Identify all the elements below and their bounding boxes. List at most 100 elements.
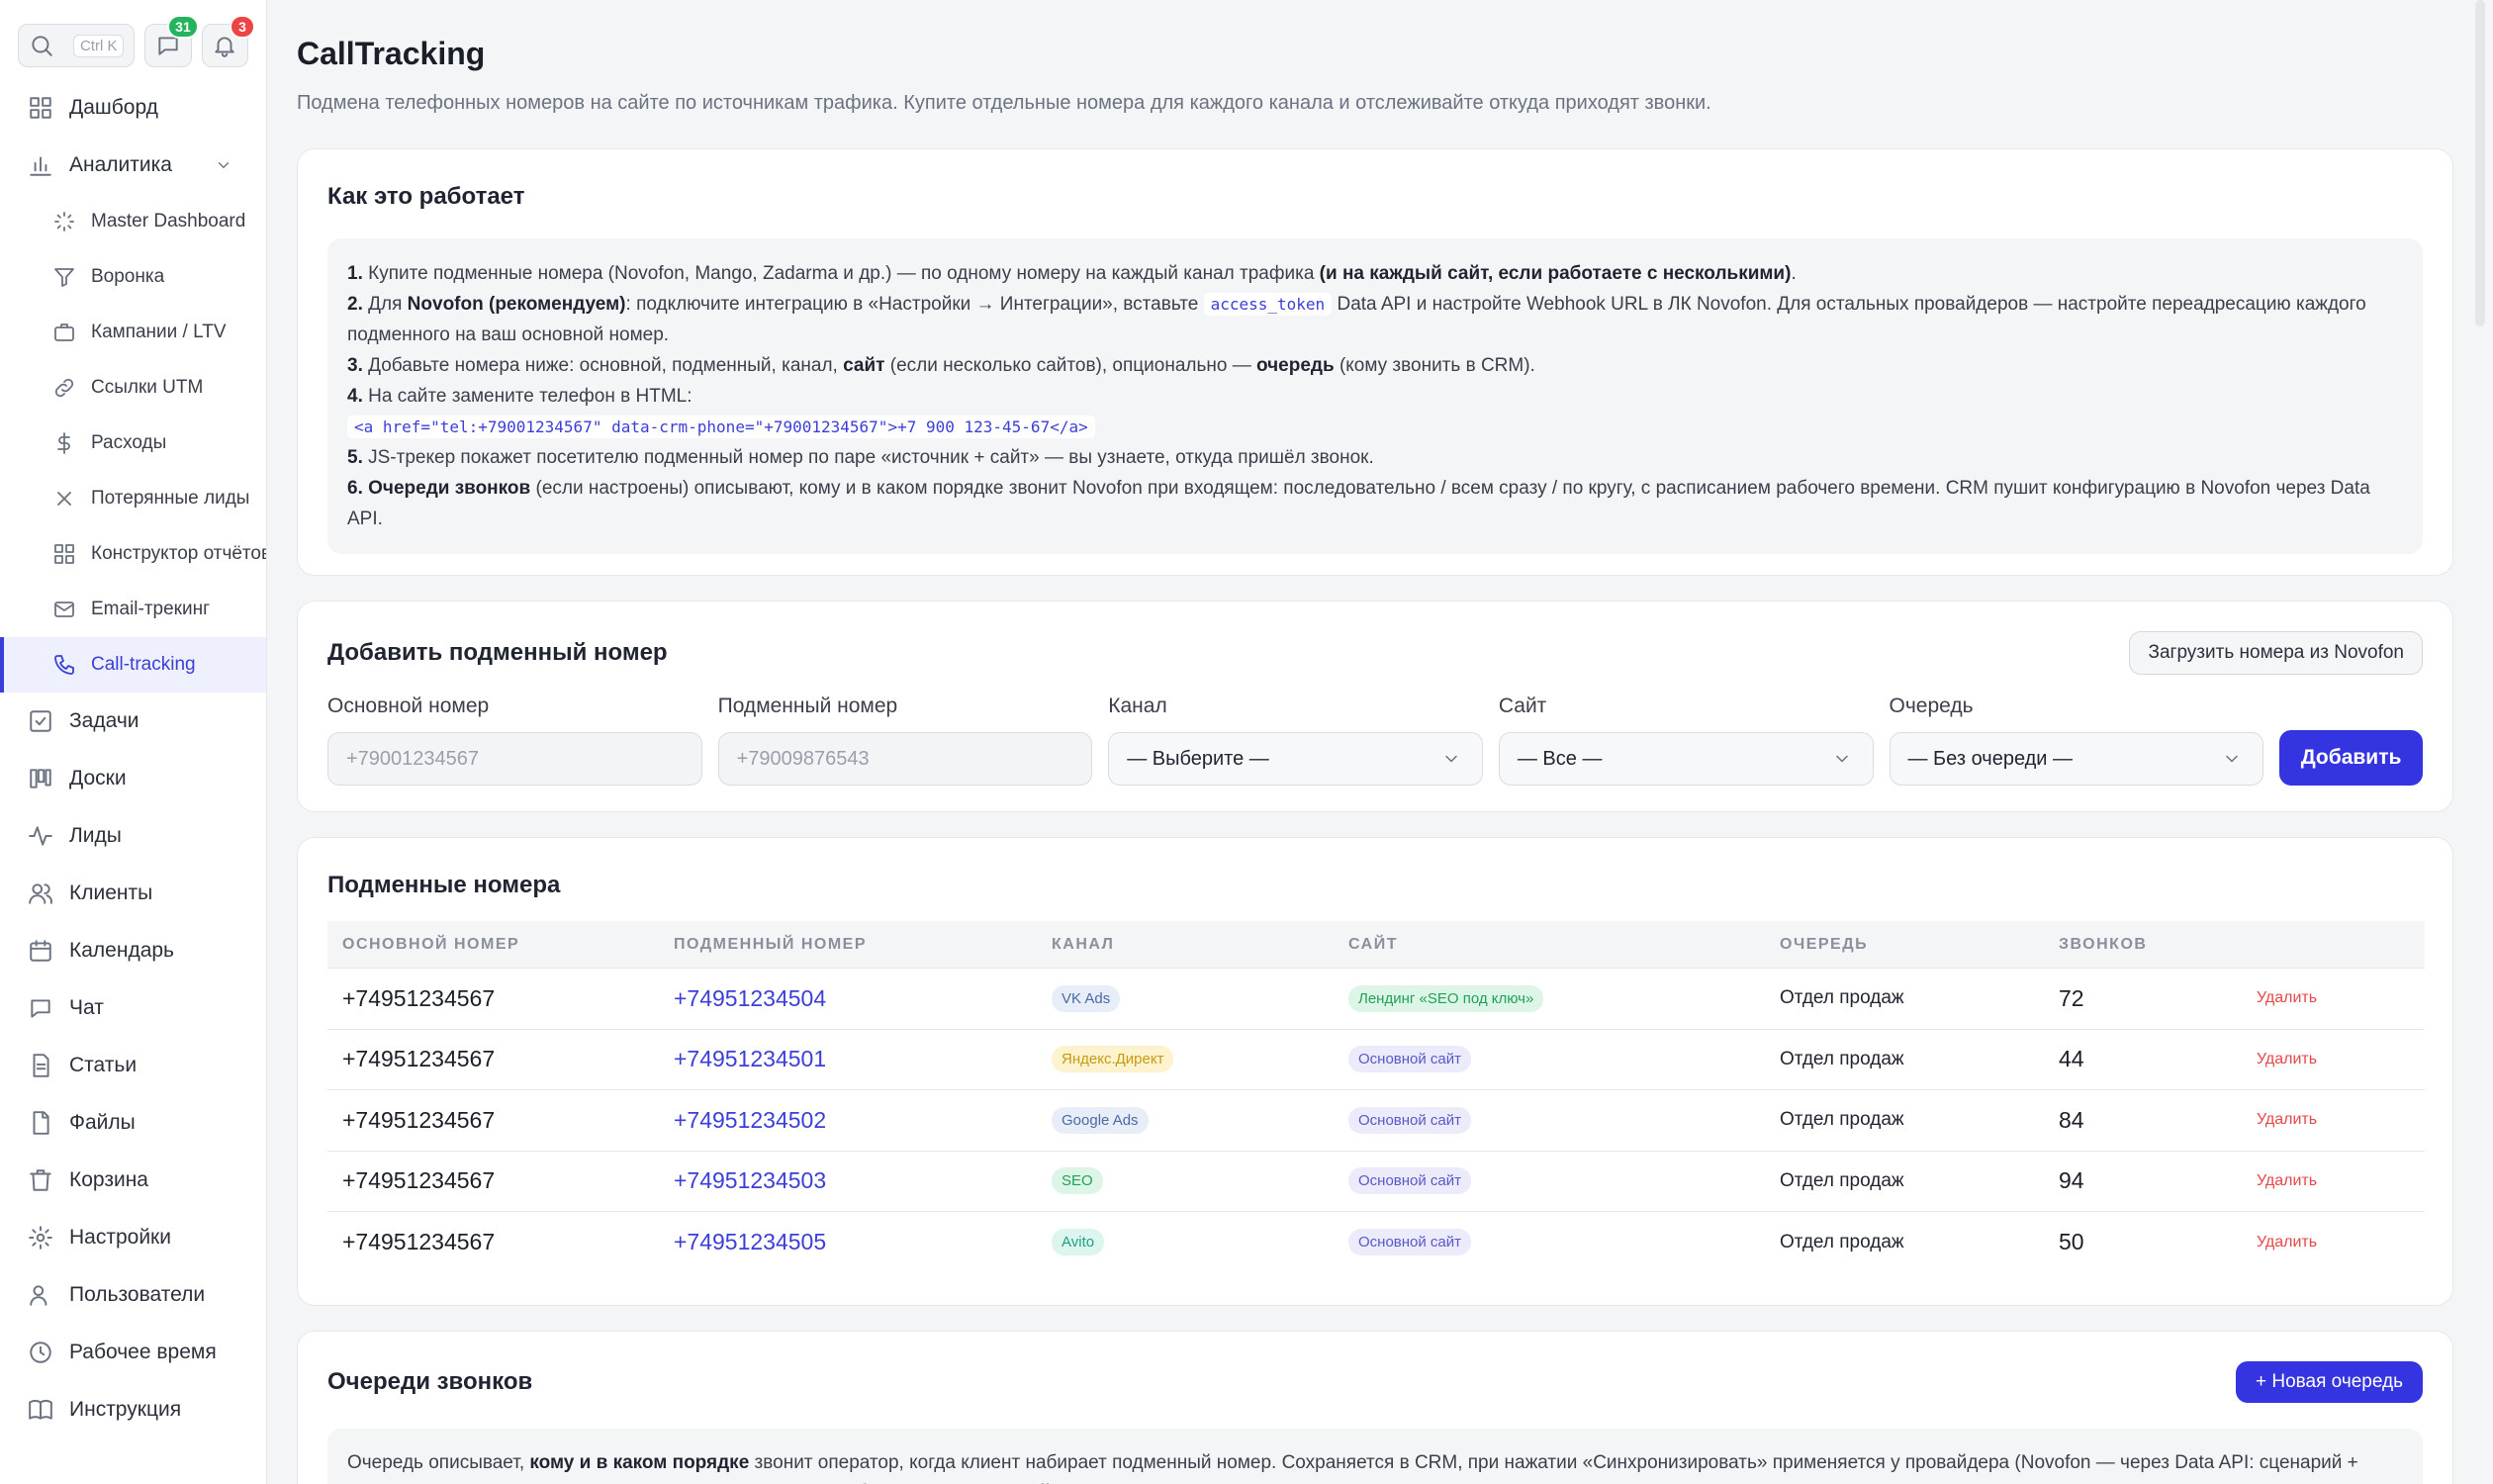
notifications-badge: 3 — [230, 15, 256, 39]
add-number-form: Основной номер +79001234567 Подменный но… — [327, 695, 2423, 786]
step-text: Добавьте номера ниже: основной, подменны… — [362, 355, 844, 376]
calls-cell: 44 — [2059, 1046, 2084, 1072]
page-scrollbar[interactable] — [2475, 0, 2485, 326]
sidebar-subitem-lost-leads[interactable]: Потерянные лиды — [0, 471, 266, 526]
sub-number-input[interactable]: +79009876543 — [717, 732, 1093, 786]
sidebar-item-clients[interactable]: Клиенты — [0, 865, 266, 922]
channel-select[interactable]: — Выберите — — [1108, 732, 1483, 786]
search-shortcut: Ctrl K — [72, 34, 125, 57]
calls-cell: 72 — [2059, 984, 2084, 1011]
delete-button[interactable]: Удалить — [2257, 1172, 2425, 1190]
queue-select[interactable]: — Без очереди — — [1889, 732, 2264, 786]
step-text: Для — [362, 294, 408, 315]
site-label: Сайт — [1498, 695, 1547, 717]
sidebar-item-boards[interactable]: Доски — [0, 750, 266, 807]
loader-icon — [51, 209, 77, 234]
delete-button[interactable]: Удалить — [2257, 1111, 2425, 1129]
sidebar-item-label: Дашборд — [69, 96, 158, 119]
chat-badge: 31 — [167, 15, 199, 39]
sidebar-item-leads[interactable]: Лиды — [0, 807, 266, 865]
delete-button[interactable]: Удалить — [2257, 989, 2425, 1007]
mail-icon — [51, 597, 77, 622]
main-number-cell: +74951234567 — [342, 1229, 496, 1255]
call-queues-description: Очередь описывает, кому и в каком порядк… — [327, 1429, 2423, 1484]
sidebar-nav: Дашборд Аналитика Master Dashboard Ворон… — [0, 79, 266, 1438]
sidebar-subitem-master-dashboard[interactable]: Master Dashboard — [0, 194, 266, 249]
sidebar-item-chat[interactable]: Чат — [0, 979, 266, 1037]
user-icon — [28, 1282, 53, 1308]
numbers-table: Основной номер Подменный номер Канал Сай… — [327, 921, 2425, 1273]
queue-cell: Отдел продаж — [1780, 1231, 1904, 1252]
sidebar-subitem-campaigns[interactable]: Кампании / LTV — [0, 305, 266, 360]
search-button[interactable]: Ctrl K — [18, 24, 136, 67]
table-row: +74951234567 +74951234501 Яндекс.Директ … — [327, 1030, 2425, 1090]
notifications-button[interactable]: 3 — [201, 15, 256, 67]
step-1: 1. Купите подменные номера (Novofon, Man… — [347, 258, 2403, 289]
calls-cell: 50 — [2059, 1229, 2084, 1255]
sidebar-subitem-label: Master Dashboard — [91, 211, 246, 232]
new-queue-button[interactable]: + Новая очередь — [2236, 1361, 2423, 1403]
queue-cell: Отдел продаж — [1780, 1169, 1904, 1191]
channel-badge: Avito — [1052, 1229, 1105, 1256]
clock-icon — [28, 1340, 53, 1365]
sidebar-item-instructions[interactable]: Инструкция — [0, 1381, 266, 1438]
call-queues-title: Очереди звонков — [327, 1368, 533, 1395]
column-header: Очередь — [1780, 935, 1869, 953]
sub-number-link[interactable]: +74951234503 — [674, 1167, 1052, 1194]
sidebar-subitem-report-builder[interactable]: Конструктор отчётов — [0, 526, 266, 582]
sub-number-field: Подменный номер +79009876543 — [717, 695, 1093, 786]
description-text: Очередь описывает, — [347, 1452, 530, 1473]
sidebar-item-trash[interactable]: Корзина — [0, 1152, 266, 1209]
main-number-input[interactable]: +79001234567 — [327, 732, 702, 786]
sidebar-item-dashboard[interactable]: Дашборд — [0, 79, 266, 137]
sidebar-item-files[interactable]: Файлы — [0, 1094, 266, 1152]
sidebar-subitem-funnel[interactable]: Воронка — [0, 249, 266, 305]
sidebar-item-users[interactable]: Пользователи — [0, 1266, 266, 1324]
chat-button[interactable]: 31 — [144, 15, 199, 67]
sidebar-subitem-utm-links[interactable]: Ссылки UTM — [0, 360, 266, 416]
sidebar-item-articles[interactable]: Статьи — [0, 1037, 266, 1094]
sidebar-item-calendar[interactable]: Календарь — [0, 922, 266, 979]
numbers-table-card: Подменные номера Основной номер Подменны… — [297, 837, 2453, 1306]
sidebar-item-analytics[interactable]: Аналитика — [0, 137, 266, 194]
site-select[interactable]: — Все — — [1498, 732, 1874, 786]
sidebar-subitem-call-tracking[interactable]: Call-tracking — [0, 637, 266, 693]
step-text: JS-трекер покажет посетителю подменный н… — [362, 447, 1374, 468]
table-row: +74951234567 +74951234505 Avito Основной… — [327, 1212, 2425, 1273]
sidebar-item-label: Корзина — [69, 1168, 148, 1191]
site-badge: Основной сайт — [1348, 1106, 1472, 1134]
step-6: 6. Очереди звонков (если настроены) опис… — [347, 473, 2403, 534]
sub-number-link[interactable]: +74951234501 — [674, 1046, 1052, 1072]
sub-number-link[interactable]: +74951234505 — [674, 1229, 1052, 1255]
column-header: Сайт — [1348, 935, 1398, 953]
sidebar-item-settings[interactable]: Настройки — [0, 1209, 266, 1266]
step-2: 2. Для Novofon (рекомендуем): подключите… — [347, 289, 2403, 350]
sub-number-link[interactable]: +74951234504 — [674, 985, 1052, 1012]
step-text: На сайте замените телефон в HTML: — [362, 386, 692, 407]
x-icon — [51, 486, 77, 511]
sidebar-item-working-hours[interactable]: Рабочее время — [0, 1324, 266, 1381]
call-queues-header: Очереди звонков + Новая очередь — [327, 1361, 2423, 1403]
site-badge: Основной сайт — [1348, 1046, 1472, 1073]
channel-field: Канал — Выберите — — [1108, 695, 1483, 786]
how-it-works-card: Как это работает 1. Купите подменные ном… — [297, 148, 2453, 576]
step-3: 3. Добавьте номера ниже: основной, подме… — [347, 350, 2403, 381]
add-number-button[interactable]: Добавить — [2279, 730, 2423, 786]
load-from-novofon-button[interactable]: Загрузить номера из Novofon — [2129, 631, 2423, 675]
main-number-cell: +74951234567 — [342, 1046, 496, 1072]
channel-cell: Google Ads — [1052, 1106, 1348, 1134]
delete-button[interactable]: Удалить — [2257, 1234, 2425, 1252]
calendar-icon — [28, 938, 53, 964]
grid-icon — [51, 541, 77, 567]
sidebar-subitem-label: Call-tracking — [91, 654, 196, 675]
sub-number-link[interactable]: +74951234502 — [674, 1107, 1052, 1134]
chevron-down-icon — [2219, 746, 2245, 772]
chevron-down-icon — [1438, 746, 1464, 772]
sidebar-item-tasks[interactable]: Задачи — [0, 693, 266, 750]
page-subtitle: Подмена телефонных номеров на сайте по и… — [297, 92, 1711, 114]
sidebar-subitem-email-tracking[interactable]: Email-трекинг — [0, 582, 266, 637]
channel-badge: Google Ads — [1052, 1106, 1149, 1134]
sidebar-subitem-expenses[interactable]: Расходы — [0, 416, 266, 471]
delete-button[interactable]: Удалить — [2257, 1051, 2425, 1068]
sidebar-item-label: Клиенты — [69, 881, 153, 904]
